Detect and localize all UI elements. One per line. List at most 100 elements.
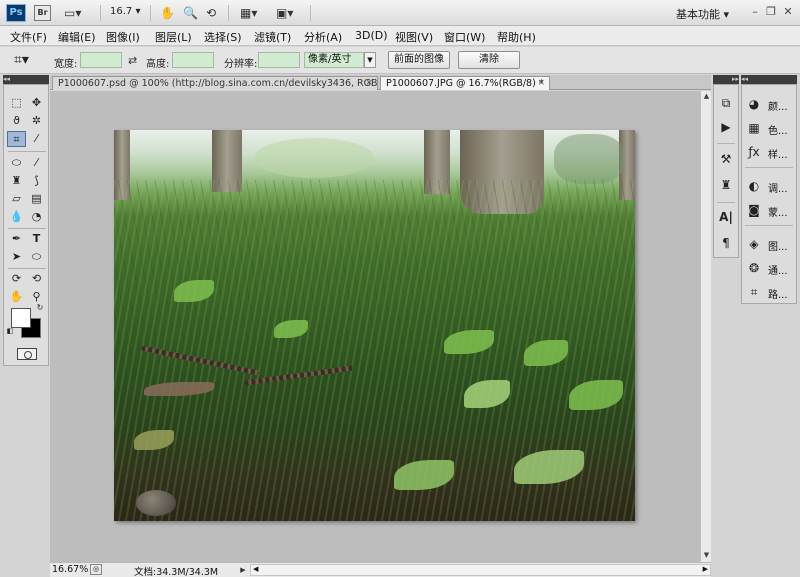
- history-brush-tool-icon[interactable]: ⟆: [27, 173, 46, 189]
- resolution-unit-select[interactable]: 像素/英寸: [304, 52, 364, 68]
- menu-help[interactable]: 帮助(H): [497, 29, 536, 45]
- layers-panel-button[interactable]: ◈ 图...: [746, 235, 796, 253]
- vertical-scrollbar[interactable]: ▲ ▼: [700, 91, 711, 562]
- path-selection-tool-icon[interactable]: ➤: [7, 249, 26, 265]
- divider: [745, 225, 793, 226]
- front-image-button[interactable]: 前面的图像: [388, 51, 450, 69]
- styles-panel-button[interactable]: ƒx 样...: [746, 143, 796, 161]
- character-icon[interactable]: A|: [717, 209, 735, 225]
- close-icon[interactable]: ✕: [781, 5, 795, 19]
- document-size: 文档:34.3M/34.3M: [134, 567, 219, 577]
- rotate-view-icon[interactable]: ⟲: [206, 5, 216, 21]
- swap-colors-icon[interactable]: ↻: [34, 303, 46, 313]
- document-image[interactable]: [114, 130, 635, 521]
- crop-tool-icon[interactable]: ⌗: [7, 131, 26, 147]
- eyedropper-tool-icon[interactable]: ⁄: [27, 131, 46, 147]
- menu-3d[interactable]: 3D(D): [355, 29, 388, 42]
- chevron-down-icon[interactable]: ▼: [364, 52, 376, 68]
- workspace-switcher[interactable]: 基本功能 ▾: [676, 6, 729, 22]
- zoom-tool-icon[interactable]: 🔍: [183, 5, 198, 21]
- pen-tool-icon[interactable]: ✒: [7, 231, 26, 247]
- marquee-tool-icon[interactable]: ⬚: [7, 95, 26, 111]
- canvas-area[interactable]: [50, 91, 700, 562]
- masks-panel-button[interactable]: ◙ 蒙...: [746, 201, 796, 219]
- menu-layer[interactable]: 图层(L): [155, 29, 192, 45]
- menu-analysis[interactable]: 分析(A): [304, 29, 342, 45]
- brush-tool-icon[interactable]: ⁄: [27, 155, 46, 171]
- scroll-up-icon[interactable]: ▲: [702, 91, 711, 101]
- swatches-panel-button[interactable]: ▦ 色...: [746, 119, 796, 137]
- channels-panel-button[interactable]: ❂ 通...: [746, 259, 796, 277]
- bridge-button[interactable]: Br: [34, 5, 51, 21]
- divider: [100, 5, 101, 21]
- crop-tool-preset-icon[interactable]: ⌗▾: [14, 52, 29, 68]
- status-menu-arrow-icon[interactable]: ▶: [238, 564, 248, 576]
- arrange-documents-icon[interactable]: ▦▾: [240, 5, 257, 21]
- options-bar: ⌗▾ 宽度: ⇄ 高度: 分辨率: 像素/英寸 ▼ 前面的图像 清除: [0, 47, 800, 74]
- blur-tool-icon[interactable]: 💧: [7, 209, 26, 225]
- width-field[interactable]: [80, 52, 122, 68]
- menu-window[interactable]: 窗口(W): [444, 29, 485, 45]
- channels-icon: ❂: [748, 261, 760, 275]
- history-icon[interactable]: ⧉: [717, 95, 735, 111]
- clone-stamp-tool-icon[interactable]: ♜: [7, 173, 26, 189]
- dock-collapse-strip[interactable]: ▸▸: [713, 75, 739, 84]
- divider: [150, 5, 151, 21]
- menu-filter[interactable]: 滤镜(T): [254, 29, 291, 45]
- status-preview-icon[interactable]: ◎: [90, 564, 102, 575]
- close-icon[interactable]: ×: [365, 77, 373, 90]
- quick-mask-icon[interactable]: [17, 348, 37, 360]
- tab-label: P1000607.psd @ 100% (http://blog.sina.co…: [58, 78, 378, 89]
- clear-button[interactable]: 清除: [458, 51, 520, 69]
- zoom-level-dropdown[interactable]: 16.7 ▾: [110, 6, 140, 17]
- eraser-tool-icon[interactable]: ▱: [7, 191, 26, 207]
- gradient-tool-icon[interactable]: ▤: [27, 191, 46, 207]
- paragraph-icon[interactable]: ¶: [717, 235, 735, 251]
- restore-icon[interactable]: ❐: [764, 5, 778, 19]
- horizontal-scrollbar[interactable]: ◀ ▶: [250, 564, 711, 576]
- tab-p1000607-psd[interactable]: P1000607.psd @ 100% (http://blog.sina.co…: [52, 76, 378, 90]
- view-extras-icon[interactable]: ▭▾: [64, 5, 81, 21]
- hand-tool-icon[interactable]: ✋: [7, 289, 26, 305]
- swap-dimensions-icon[interactable]: ⇄: [128, 53, 137, 69]
- panel-label: 图...: [768, 242, 788, 253]
- workspace-label: 基本功能: [676, 8, 720, 21]
- height-field[interactable]: [172, 52, 214, 68]
- menu-image[interactable]: 图像(I): [106, 29, 140, 45]
- clone-source-icon[interactable]: ♜: [717, 177, 735, 193]
- panel-expand-strip[interactable]: ◂◂: [741, 75, 797, 84]
- foreground-color-swatch[interactable]: [11, 308, 31, 328]
- 3d-orbit-tool-icon[interactable]: ⟲: [27, 271, 46, 287]
- panel-dock-icons: ⧉ ▶ ⚒ ♜ A| ¶: [713, 84, 739, 258]
- screen-mode-icon[interactable]: ▣▾: [276, 5, 293, 21]
- adjustments-panel-button[interactable]: ◐ 调...: [746, 177, 796, 195]
- toolbox-collapse-strip[interactable]: ◂◂: [3, 75, 49, 84]
- menu-select[interactable]: 选择(S): [204, 29, 242, 45]
- scroll-down-icon[interactable]: ▼: [702, 550, 711, 560]
- type-tool-icon[interactable]: T: [27, 231, 46, 247]
- magic-wand-tool-icon[interactable]: ✲: [27, 113, 46, 129]
- shape-tool-icon[interactable]: ⬭: [27, 249, 46, 265]
- minimize-icon[interactable]: –: [748, 5, 762, 19]
- resolution-field[interactable]: [258, 52, 300, 68]
- 3d-rotate-tool-icon[interactable]: ⟳: [7, 271, 26, 287]
- close-icon[interactable]: ×: [537, 77, 545, 90]
- scroll-right-icon[interactable]: ▶: [703, 565, 708, 573]
- status-zoom[interactable]: 16.67%: [52, 564, 88, 575]
- lasso-tool-icon[interactable]: ϑ: [7, 113, 26, 129]
- tool-presets-icon[interactable]: ⚒: [717, 151, 735, 167]
- photo-detail: [254, 138, 374, 178]
- tab-p1000607-jpg[interactable]: P1000607.JPG @ 16.7%(RGB/8) * ×: [380, 76, 550, 90]
- divider: [745, 167, 793, 168]
- menu-file[interactable]: 文件(F): [10, 29, 47, 45]
- paths-panel-button[interactable]: ⌗ 路...: [746, 283, 796, 301]
- dodge-tool-icon[interactable]: ◔: [27, 209, 46, 225]
- color-panel-button[interactable]: ◕ 颜...: [746, 95, 796, 113]
- actions-icon[interactable]: ▶: [717, 119, 735, 135]
- scroll-left-icon[interactable]: ◀: [253, 565, 258, 573]
- move-tool-icon[interactable]: ✥: [27, 95, 46, 111]
- menu-view[interactable]: 视图(V): [395, 29, 433, 45]
- spot-healing-tool-icon[interactable]: ⬭: [7, 155, 26, 171]
- hand-tool-icon[interactable]: ✋: [160, 5, 175, 21]
- menu-edit[interactable]: 编辑(E): [58, 29, 96, 45]
